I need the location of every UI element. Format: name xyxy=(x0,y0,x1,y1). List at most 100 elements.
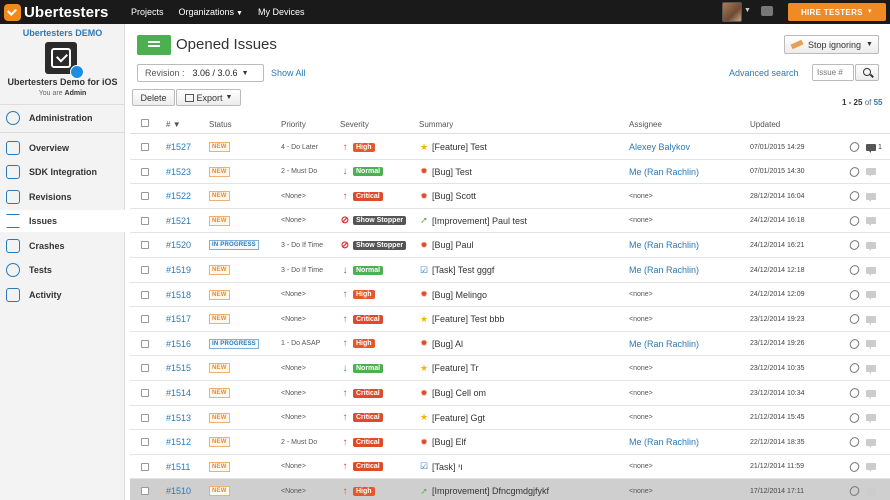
comments-cell[interactable] xyxy=(866,184,878,208)
summary-text[interactable]: [Bug] Test xyxy=(432,167,472,177)
issue-number-link[interactable]: #1519 xyxy=(166,258,191,282)
row-checkbox-cell[interactable] xyxy=(141,307,149,331)
attachment-icon[interactable] xyxy=(847,479,862,500)
assignee-value[interactable]: Me (Ran Rachlin) xyxy=(629,233,699,257)
attachment-icon[interactable] xyxy=(847,332,862,356)
comments-cell[interactable] xyxy=(866,455,878,479)
messages-icon[interactable] xyxy=(761,6,773,16)
comments-cell[interactable] xyxy=(866,406,878,430)
issue-number-link[interactable]: #1516 xyxy=(166,332,191,356)
checkbox[interactable] xyxy=(141,266,149,274)
table-row[interactable]: #1517 NEW <None> ↑ Critical ★ [Feature] Test b… xyxy=(130,307,890,332)
sidebar-item-revisions[interactable]: Revisions xyxy=(0,186,125,208)
select-all-checkbox[interactable] xyxy=(141,119,149,129)
assignee-value[interactable]: Alexey Balykov xyxy=(629,135,690,159)
issue-number-link[interactable]: #1527 xyxy=(166,135,191,159)
export-button[interactable]: Export ▼ xyxy=(176,89,241,106)
issue-number-link[interactable]: #1514 xyxy=(166,381,191,405)
assignee-value[interactable]: Me (Ran Rachlin) xyxy=(629,258,699,282)
col-num[interactable]: # ▼ xyxy=(166,120,181,129)
summary-text[interactable]: [Bug] Cell om xyxy=(432,388,486,398)
nav-my-devices[interactable]: My Devices xyxy=(258,7,305,17)
checkbox[interactable] xyxy=(141,462,149,471)
issue-number-link[interactable]: #1512 xyxy=(166,430,191,454)
table-row[interactable]: #1520 IN PROGRESS 3 - Do If Time ⊘ Show Stop… xyxy=(130,233,890,258)
sidebar-item-sdk-integration[interactable]: SDK Integration xyxy=(0,161,125,183)
attachment-icon[interactable] xyxy=(847,381,862,405)
checkbox[interactable] xyxy=(141,290,149,299)
summary-cell[interactable]: ☑ [Task] ױ xyxy=(419,455,463,479)
delete-button[interactable]: Delete xyxy=(132,89,175,106)
row-checkbox-cell[interactable] xyxy=(141,406,149,430)
summary-cell[interactable]: ★ [Feature] Ggt xyxy=(419,406,485,430)
summary-cell[interactable]: ✹ [Bug] Elf xyxy=(419,430,466,454)
checkbox[interactable] xyxy=(141,438,149,447)
checkbox[interactable] xyxy=(141,167,149,176)
summary-cell[interactable]: ★ [Feature] Test bbb xyxy=(419,307,504,331)
project-name[interactable]: Ubertesters DEMO xyxy=(0,28,125,38)
summary-cell[interactable]: ☑ [Task] Test gggf xyxy=(419,258,494,282)
attachment-icon[interactable] xyxy=(847,209,862,233)
summary-text[interactable]: [Bug] Elf xyxy=(432,437,466,447)
comments-cell[interactable] xyxy=(866,332,878,356)
sidebar-item-administration[interactable]: Administration xyxy=(0,107,125,129)
comments-cell[interactable] xyxy=(866,233,878,257)
comments-cell[interactable] xyxy=(866,430,878,454)
assignee-value[interactable]: Me (Ran Rachlin) xyxy=(629,160,699,184)
sidebar-item-activity[interactable]: Activity xyxy=(0,284,125,306)
attachment-icon[interactable] xyxy=(847,356,862,380)
comments-cell[interactable] xyxy=(866,209,878,233)
attachment-icon[interactable] xyxy=(847,184,862,208)
logo[interactable]: Ubertesters xyxy=(4,3,108,21)
sidebar-item-crashes[interactable]: Crashes xyxy=(0,235,125,257)
col-severity[interactable]: Severity xyxy=(340,120,369,129)
nav-projects[interactable]: Projects xyxy=(131,7,164,17)
table-row[interactable]: #1523 NEW 2 - Must Do ↓ Normal ✹ [Bug] Test Me … xyxy=(130,160,890,185)
show-all-link[interactable]: Show All xyxy=(271,68,306,78)
issue-number-link[interactable]: #1521 xyxy=(166,209,191,233)
table-row[interactable]: #1515 NEW <None> ↓ Normal ★ [Feature] Tr <none>… xyxy=(130,356,890,381)
row-checkbox-cell[interactable] xyxy=(141,381,149,405)
assignee-value[interactable]: Me (Ran Rachlin) xyxy=(629,430,699,454)
row-checkbox-cell[interactable] xyxy=(141,233,149,257)
table-row[interactable]: #1513 NEW <None> ↑ Critical ★ [Feature] Ggt <no… xyxy=(130,406,890,431)
comments-cell[interactable] xyxy=(866,160,878,184)
table-row[interactable]: #1510 NEW <None> ↑ High ➚ [Improvement] Dfncgm… xyxy=(130,479,890,500)
issue-number-link[interactable]: #1513 xyxy=(166,406,191,430)
checkbox[interactable] xyxy=(141,192,149,201)
comments-cell[interactable] xyxy=(866,307,878,331)
summary-text[interactable]: [Bug] Scott xyxy=(432,191,476,201)
summary-cell[interactable]: ➚ [Improvement] Dfncgmdgjfykf xyxy=(419,479,549,500)
summary-text[interactable]: [Feature] Test xyxy=(432,142,487,152)
checkbox[interactable] xyxy=(141,143,149,151)
sidebar-item-overview[interactable]: Overview xyxy=(0,137,125,159)
issue-number-link[interactable]: #1522 xyxy=(166,184,191,208)
summary-text[interactable]: [Task] ױ xyxy=(432,462,463,472)
checkbox[interactable] xyxy=(141,487,149,496)
summary-text[interactable]: [Task] Test gggf xyxy=(432,265,494,275)
summary-text[interactable]: [Feature] Test bbb xyxy=(432,314,504,324)
row-checkbox-cell[interactable] xyxy=(141,356,149,380)
chevron-down-icon[interactable]: ▼ xyxy=(744,7,751,14)
row-checkbox-cell[interactable] xyxy=(141,209,149,233)
col-updated[interactable]: Updated xyxy=(750,120,780,129)
checkbox[interactable] xyxy=(141,413,149,422)
attachment-icon[interactable] xyxy=(847,258,862,282)
comments-cell[interactable] xyxy=(866,381,878,405)
comments-cell[interactable] xyxy=(866,356,878,380)
comments-cell[interactable] xyxy=(866,258,878,282)
nav-organizations[interactable]: Organizations ▼ xyxy=(179,7,243,17)
hire-testers-button[interactable]: HIRE TESTERS ▼ xyxy=(788,3,886,21)
row-checkbox-cell[interactable] xyxy=(141,135,149,159)
col-status[interactable]: Status xyxy=(209,120,232,129)
summary-cell[interactable]: ➚ [Improvement] Paul test xyxy=(419,209,527,233)
issue-number-link[interactable]: #1515 xyxy=(166,356,191,380)
checkbox[interactable] xyxy=(141,216,149,225)
summary-cell[interactable]: ✹ [Bug] Test xyxy=(419,160,472,184)
attachment-icon[interactable] xyxy=(847,160,862,184)
row-checkbox-cell[interactable] xyxy=(141,184,149,208)
summary-text[interactable]: [Bug] Melingo xyxy=(432,290,487,300)
issue-number-input[interactable] xyxy=(812,64,854,81)
issue-number-link[interactable]: #1518 xyxy=(166,283,191,307)
summary-cell[interactable]: ★ [Feature] Test xyxy=(419,135,487,159)
